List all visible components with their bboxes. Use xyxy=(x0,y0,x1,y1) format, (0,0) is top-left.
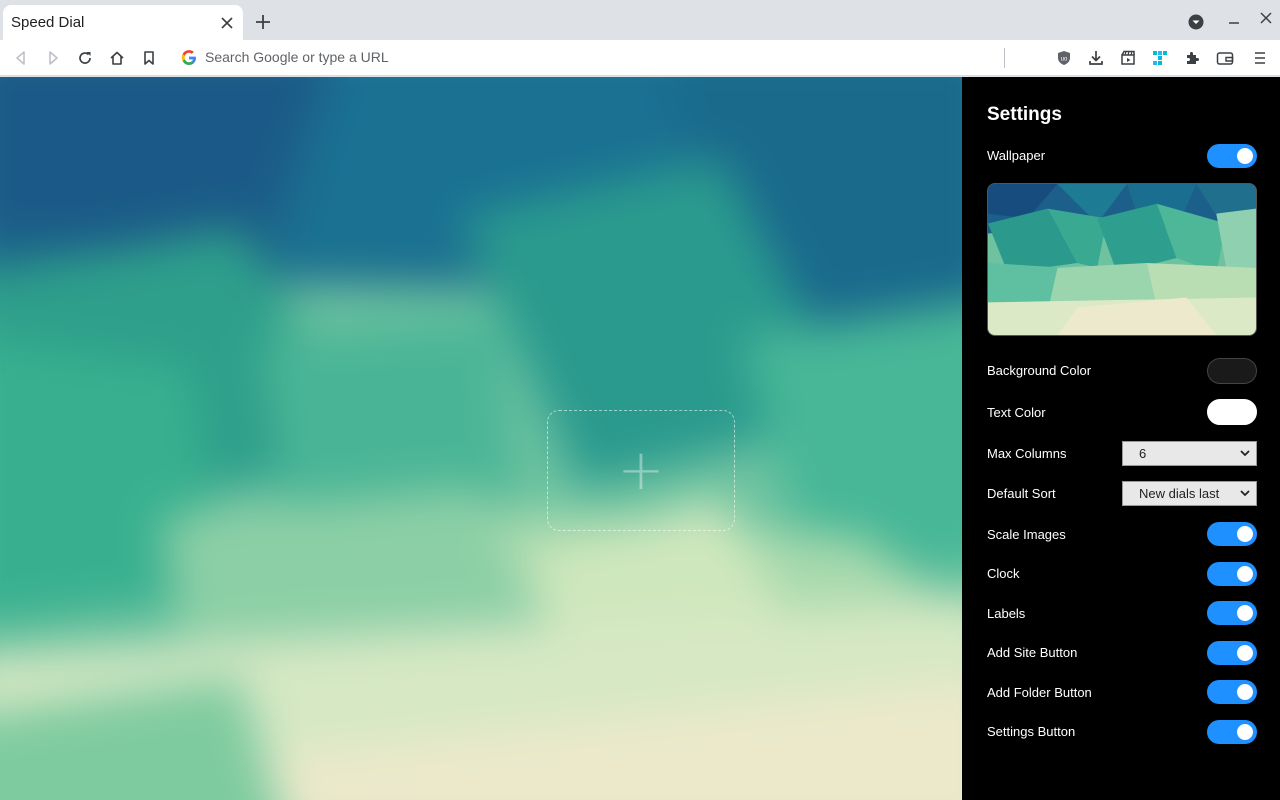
puzzle-color-icon[interactable] xyxy=(1148,46,1172,70)
home-icon[interactable] xyxy=(105,46,129,70)
toggle-knob xyxy=(1237,724,1253,740)
toggle-knob xyxy=(1237,684,1253,700)
shield-icon[interactable]: uo xyxy=(1052,46,1076,70)
toggle-knob xyxy=(1237,645,1253,661)
tab-search-icon[interactable] xyxy=(1186,12,1206,32)
chevron-down-icon xyxy=(1240,450,1250,457)
text-color-label: Text Color xyxy=(987,405,1046,420)
tab-speed-dial[interactable]: Speed Dial xyxy=(3,5,243,40)
default-sort-select[interactable]: New dials last xyxy=(1122,481,1257,506)
toggle-knob xyxy=(1237,566,1253,582)
background-color-label: Background Color xyxy=(987,363,1092,378)
toolbar: Search Google or type a URL uo xyxy=(0,40,1280,76)
bookmark-icon[interactable] xyxy=(137,46,161,70)
max-columns-select[interactable]: 6 xyxy=(1122,441,1257,466)
tab-title: Speed Dial xyxy=(11,14,85,31)
toggle-knob xyxy=(1237,526,1253,542)
menu-icon[interactable] xyxy=(1248,46,1272,70)
default-sort-label: Default Sort xyxy=(987,486,1056,501)
plus-icon: + xyxy=(617,437,665,503)
default-sort-value: New dials last xyxy=(1139,486,1220,501)
max-columns-label: Max Columns xyxy=(987,446,1067,461)
settings-button-label: Settings Button xyxy=(987,724,1076,739)
settings-title: Settings xyxy=(987,104,1062,125)
speed-dial-page: + xyxy=(0,77,962,800)
reload-icon[interactable] xyxy=(73,46,97,70)
puzzle-icon[interactable] xyxy=(1180,46,1204,70)
add-folder-button-label: Add Folder Button xyxy=(987,685,1092,700)
add-site-button-label: Add Site Button xyxy=(987,645,1078,660)
clapperboard-icon[interactable] xyxy=(1116,46,1140,70)
labels-label: Labels xyxy=(987,606,1026,621)
text-color-swatch[interactable] xyxy=(1207,399,1257,425)
wallpaper-preview[interactable] xyxy=(987,183,1257,336)
wallpaper-label: Wallpaper xyxy=(987,148,1046,163)
new-tab-icon[interactable] xyxy=(253,12,273,32)
window-close-icon[interactable] xyxy=(1256,8,1276,28)
settings-button-toggle[interactable] xyxy=(1207,720,1257,744)
toggle-knob xyxy=(1237,605,1253,621)
clock-label: Clock xyxy=(987,566,1020,581)
settings-panel: Settings Wallpaper Background Color Text… xyxy=(962,77,1280,800)
svg-text:uo: uo xyxy=(1061,57,1068,63)
google-icon xyxy=(181,50,196,65)
wallpaper-toggle[interactable] xyxy=(1207,144,1257,168)
omnibox[interactable]: Search Google or type a URL xyxy=(172,42,1042,74)
scale-images-label: Scale Images xyxy=(987,527,1066,542)
add-dial-button[interactable]: + xyxy=(547,410,735,531)
arrow-left-icon[interactable] xyxy=(9,46,33,70)
omnibox-divider xyxy=(1004,48,1005,68)
download-icon[interactable] xyxy=(1084,46,1108,70)
scale-images-toggle[interactable] xyxy=(1207,522,1257,546)
omnibox-placeholder: Search Google or type a URL xyxy=(205,49,389,65)
wallpaper-background xyxy=(0,77,962,800)
max-columns-value: 6 xyxy=(1139,446,1147,461)
add-folder-button-toggle[interactable] xyxy=(1207,680,1257,704)
close-icon[interactable] xyxy=(217,13,237,33)
toggle-knob xyxy=(1237,148,1253,164)
chevron-down-icon xyxy=(1240,490,1250,497)
clock-toggle[interactable] xyxy=(1207,562,1257,586)
tab-strip: Speed Dial xyxy=(0,0,1280,40)
minimize-icon[interactable] xyxy=(1224,12,1244,32)
wallet-icon[interactable] xyxy=(1213,46,1237,70)
labels-toggle[interactable] xyxy=(1207,601,1257,625)
arrow-right-icon[interactable] xyxy=(41,46,65,70)
add-site-button-toggle[interactable] xyxy=(1207,641,1257,665)
background-color-swatch[interactable] xyxy=(1207,358,1257,384)
